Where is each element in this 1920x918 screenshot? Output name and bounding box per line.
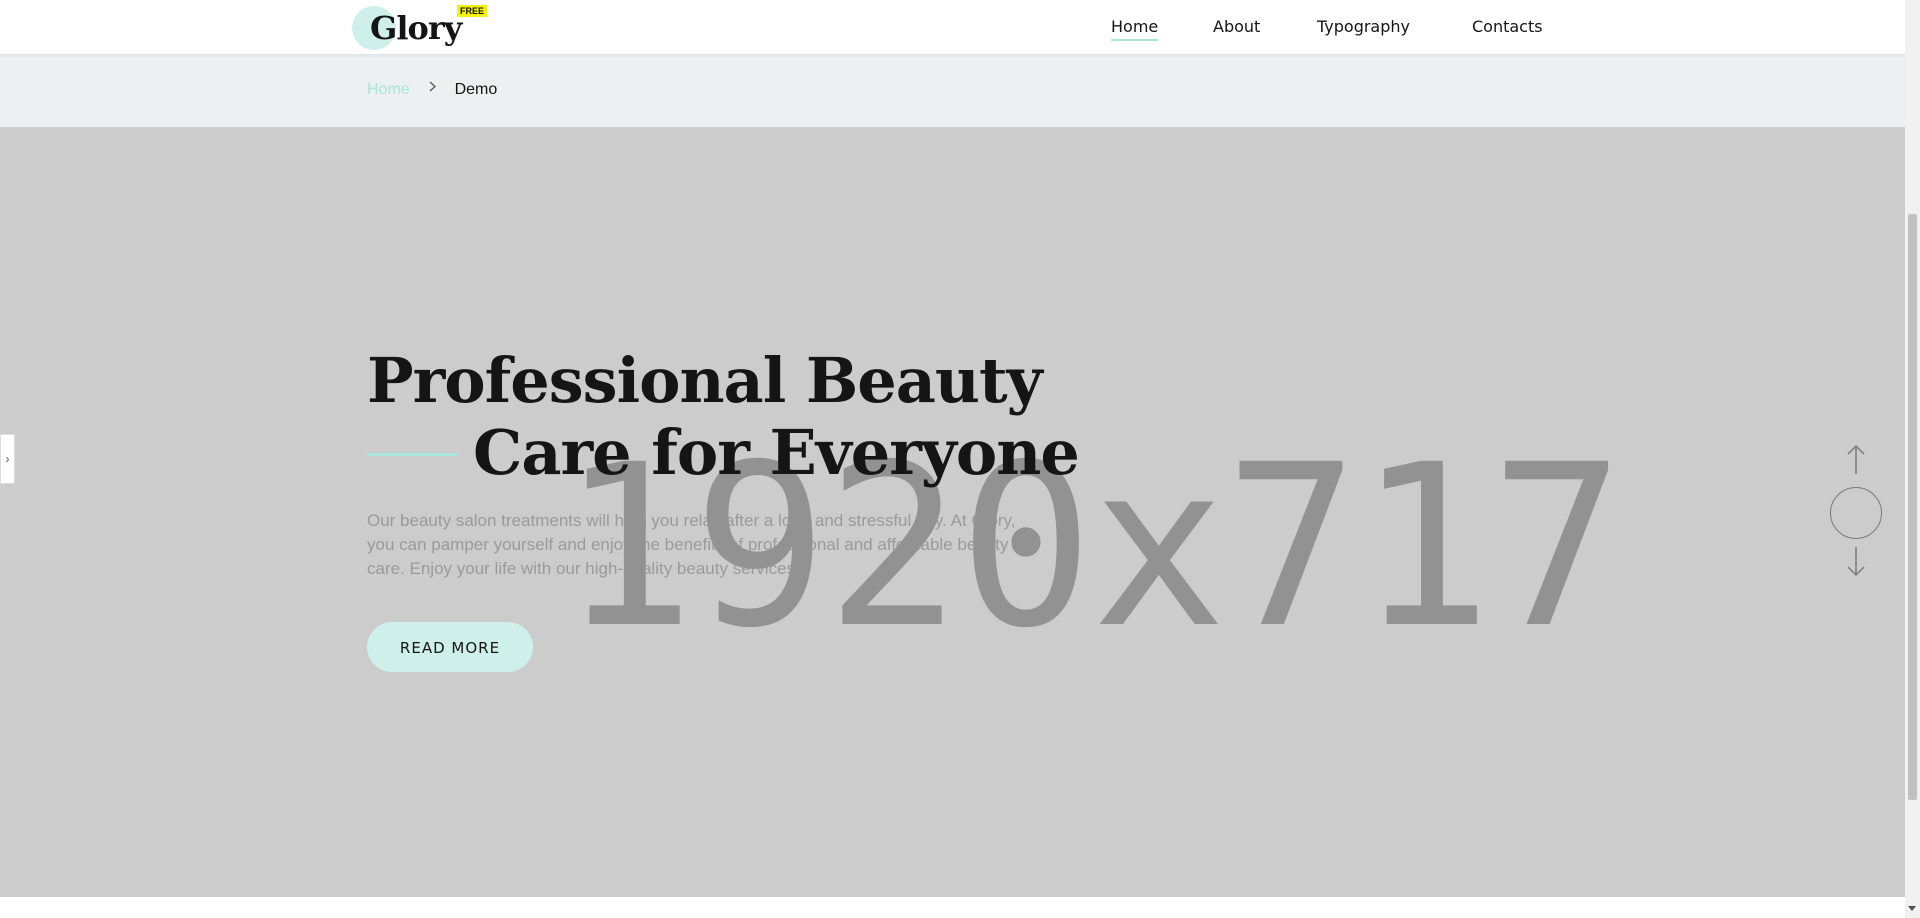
chevron-right-icon: › bbox=[5, 452, 10, 466]
chevron-right-icon bbox=[429, 78, 437, 98]
nav-home[interactable]: Home bbox=[1111, 17, 1159, 41]
nav-typography[interactable]: Typography bbox=[1317, 17, 1410, 37]
arrow-up-icon[interactable] bbox=[1846, 444, 1866, 476]
site-header: Glory FREE Home About Typography Contact… bbox=[0, 0, 1905, 54]
breadcrumb-current: Demo bbox=[454, 81, 498, 98]
nav-about[interactable]: About bbox=[1213, 17, 1260, 37]
nav-contacts[interactable]: Contacts bbox=[1472, 17, 1543, 37]
side-panel-toggle[interactable]: › bbox=[0, 434, 15, 484]
breadcrumb-bar: Home Demo bbox=[0, 54, 1905, 127]
hero-title-line2: Care for Everyone bbox=[473, 416, 1080, 489]
scroll-down-arrow-icon[interactable] bbox=[1908, 906, 1916, 911]
slide-indicator[interactable] bbox=[1830, 487, 1882, 539]
breadcrumb-home-link[interactable]: Home bbox=[367, 81, 410, 98]
read-more-button[interactable]: READ MORE bbox=[367, 622, 533, 672]
hero-title: Professional Beauty Care for Everyone bbox=[367, 344, 1080, 489]
breadcrumb: Home Demo bbox=[367, 80, 497, 100]
arrow-down-icon[interactable] bbox=[1846, 545, 1866, 577]
scrollbar-thumb[interactable] bbox=[1908, 214, 1917, 800]
hero-title-line1: Professional Beauty bbox=[367, 344, 1043, 417]
hero-title-line2-wrap: Care for Everyone bbox=[367, 416, 1080, 489]
title-accent-line bbox=[367, 453, 457, 456]
hero-section: 1920x717 Our beauty salon treatments wil… bbox=[0, 127, 1905, 897]
main-nav: Home About Typography Contacts bbox=[0, 0, 1905, 54]
slider-navigation bbox=[1828, 444, 1884, 580]
page-scrollbar[interactable] bbox=[1905, 0, 1920, 918]
